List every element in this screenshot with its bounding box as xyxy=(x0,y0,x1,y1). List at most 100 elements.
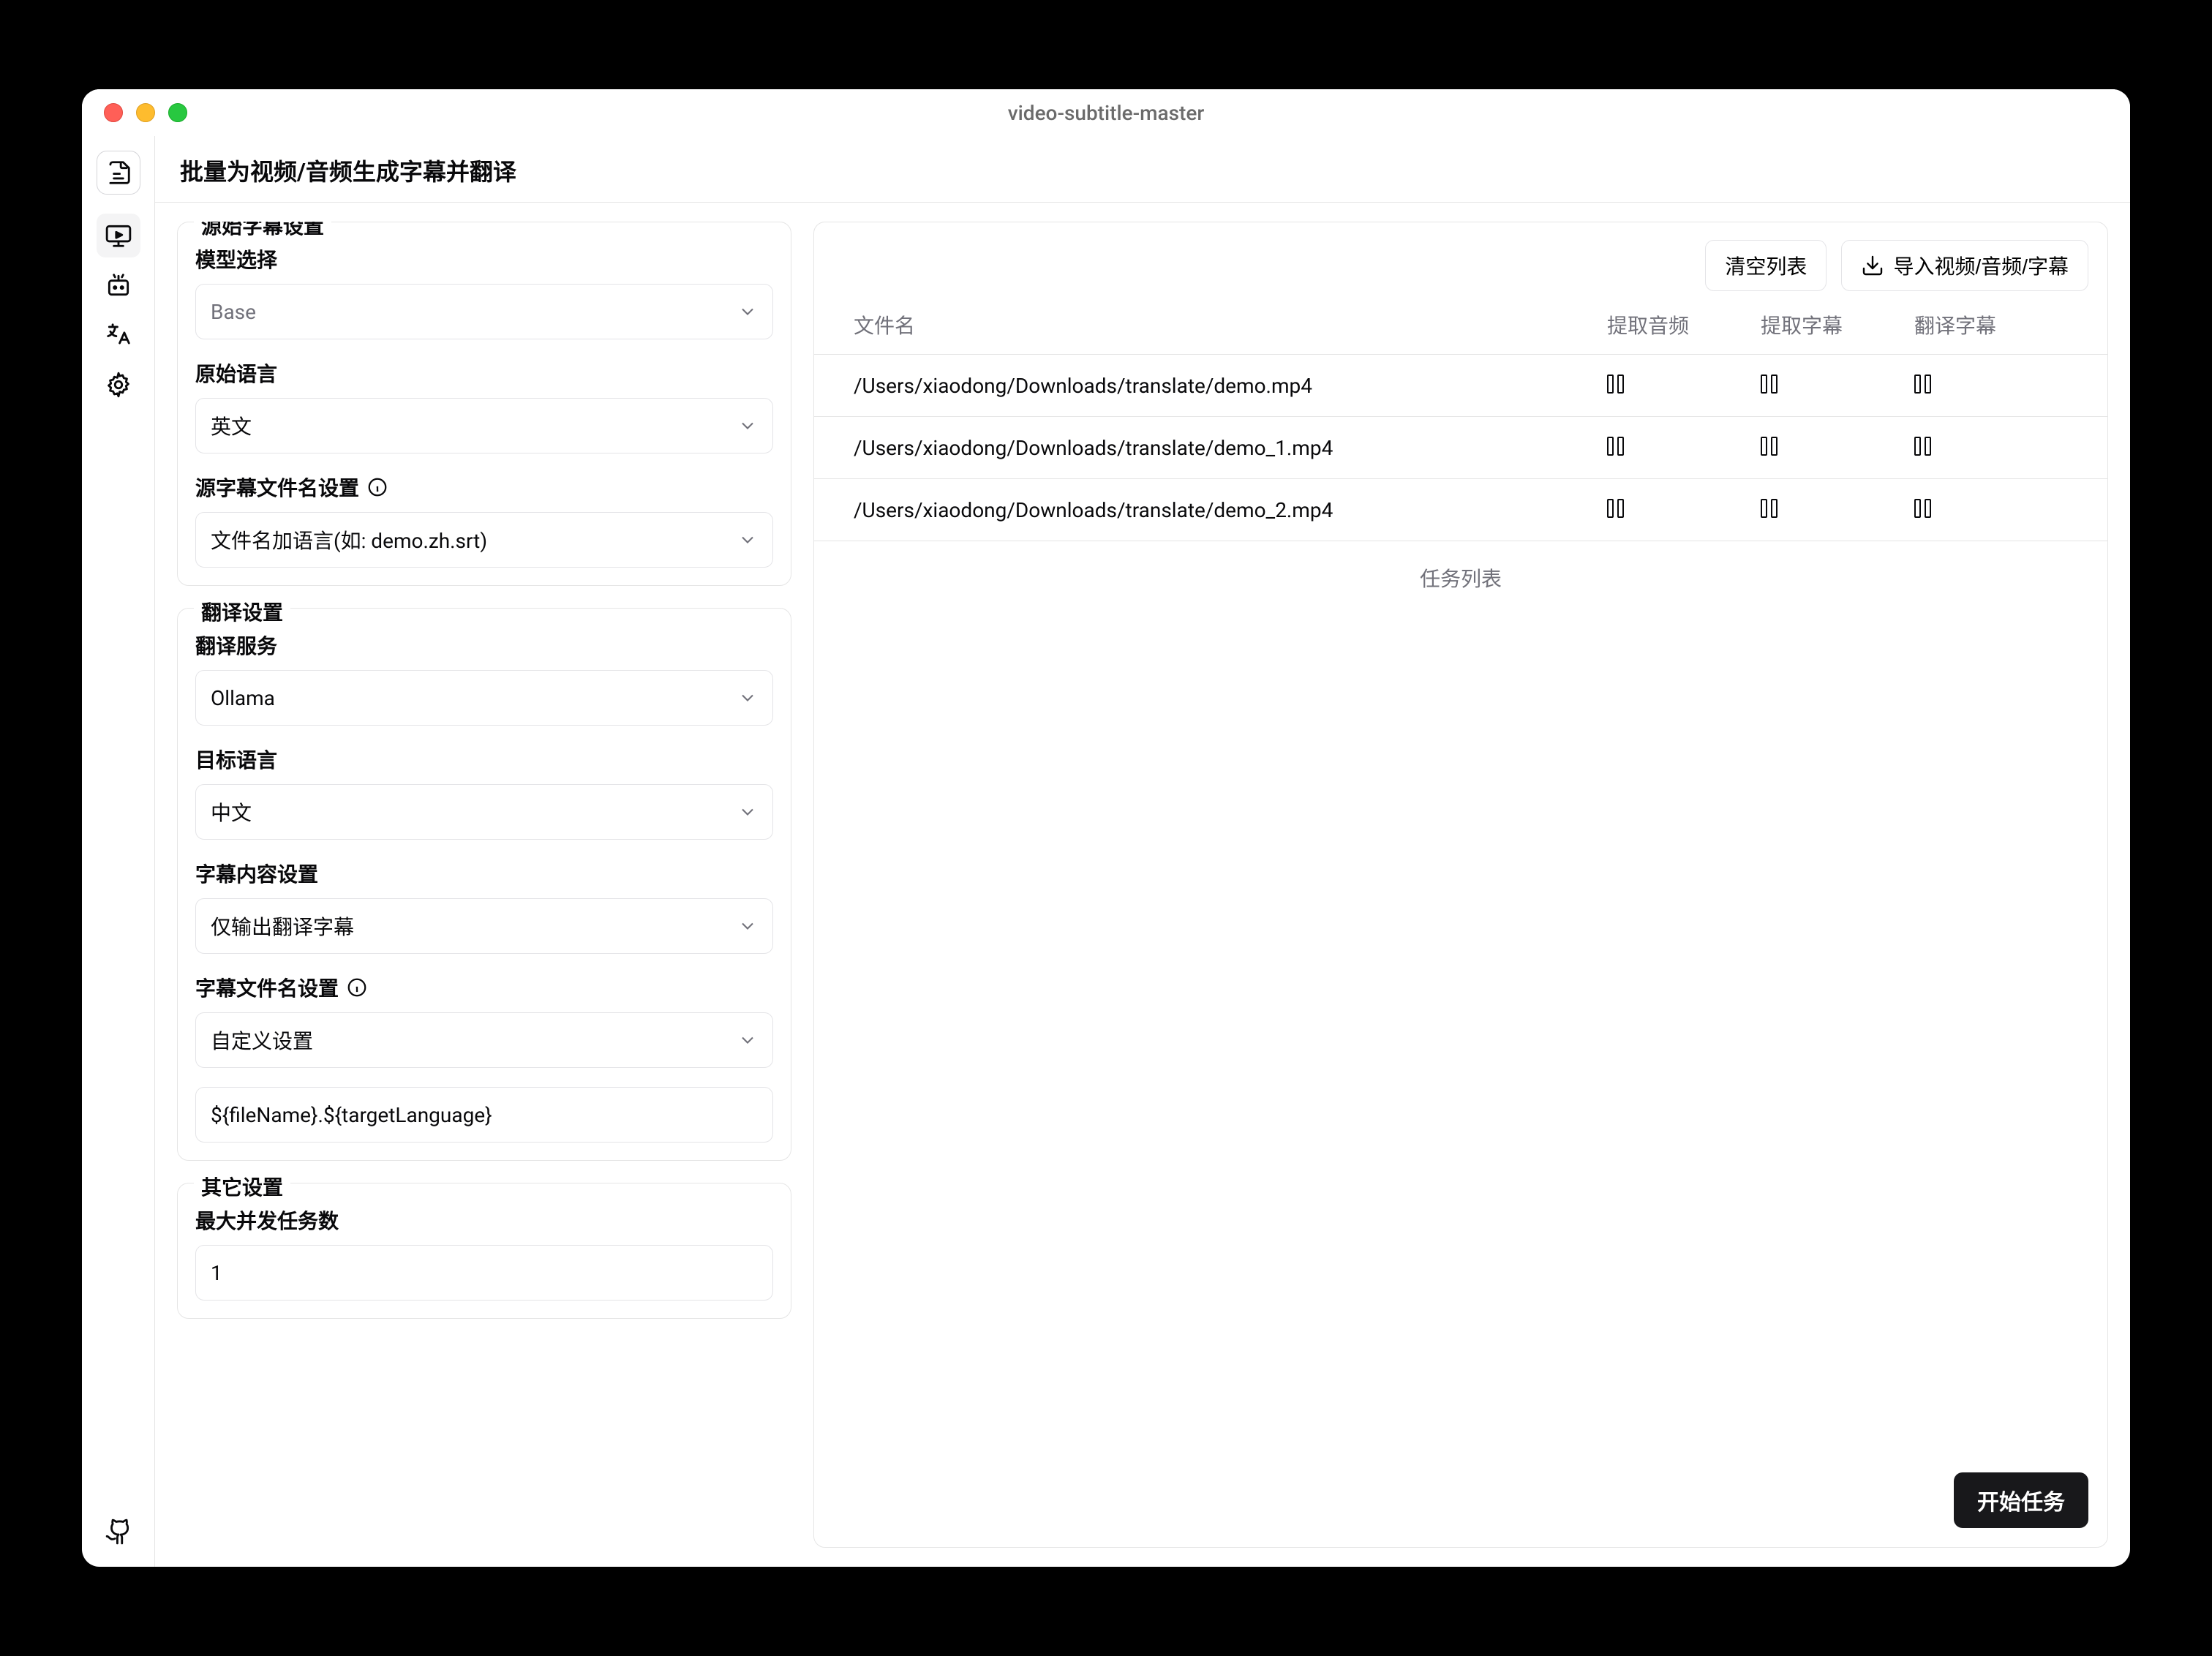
nav-translate-page[interactable] xyxy=(97,313,140,357)
nav-settings-page[interactable] xyxy=(97,363,140,407)
subtitle-content-select[interactable]: 仅输出翻译字幕 xyxy=(195,898,773,954)
source-lang-select[interactable]: 英文 xyxy=(195,398,773,453)
cell-filename: /Users/xiaodong/Downloads/translate/demo… xyxy=(854,374,1607,398)
select-value: 英文 xyxy=(211,411,252,440)
panel-source-settings: 源始字幕设置 模型选择 Base 原始语言 英文 xyxy=(177,222,791,586)
source-filename-select[interactable]: 文件名加语言(如: demo.zh.srt) xyxy=(195,512,773,568)
table-row: /Users/xiaodong/Downloads/translate/demo… xyxy=(814,479,2107,541)
cell-extract-audio-status xyxy=(1607,372,1761,399)
concurrency-label: 最大并发任务数 xyxy=(195,1205,773,1235)
subtitle-filename-select[interactable]: 自定义设置 xyxy=(195,1012,773,1068)
input-value: 1 xyxy=(211,1261,222,1285)
chevron-down-icon xyxy=(737,415,758,436)
translate-service-label: 翻译服务 xyxy=(195,631,773,660)
table-body: /Users/xiaodong/Downloads/translate/demo… xyxy=(814,355,2107,541)
settings-column: 源始字幕设置 模型选择 Base 原始语言 英文 xyxy=(177,222,791,1548)
panel-legend: 其它设置 xyxy=(194,1172,290,1201)
app-logo[interactable] xyxy=(97,151,140,195)
pause-icon xyxy=(1914,434,1938,458)
pause-icon xyxy=(1914,497,1938,520)
subtitle-content-label: 字幕内容设置 xyxy=(195,859,773,888)
col-filename: 文件名 xyxy=(854,310,1607,339)
monitor-play-icon xyxy=(105,222,132,249)
panel-legend: 翻译设置 xyxy=(194,597,290,626)
gear-icon xyxy=(105,371,132,399)
chevron-down-icon xyxy=(737,1030,758,1050)
input-value: ${fileName}.${targetLanguage} xyxy=(211,1103,492,1127)
col-extract-subtitle: 提取字幕 xyxy=(1761,310,1914,339)
window-title: video-subtitle-master xyxy=(1008,101,1204,125)
table-row: /Users/xiaodong/Downloads/translate/demo… xyxy=(814,417,2107,479)
pause-icon xyxy=(1761,434,1784,458)
cell-extract-subtitle-status xyxy=(1761,497,1914,523)
table-header: 文件名 提取音频 提取字幕 翻译字幕 xyxy=(814,300,2107,355)
bot-icon xyxy=(105,271,132,299)
source-filename-label: 源字幕文件名设置 xyxy=(195,473,773,502)
file-subtitle-icon xyxy=(105,159,132,187)
info-icon[interactable] xyxy=(346,976,368,998)
panel-other-settings: 其它设置 最大并发任务数 1 xyxy=(177,1183,791,1319)
file-list-actions: 清空列表 导入视频/音频/字幕 xyxy=(814,222,2107,300)
page-title: 批量为视频/音频生成字幕并翻译 xyxy=(180,154,2105,187)
github-icon xyxy=(105,1518,132,1546)
close-window-button[interactable] xyxy=(104,103,123,122)
app-body: 批量为视频/音频生成字幕并翻译 源始字幕设置 模型选择 Base xyxy=(82,136,2130,1567)
titlebar: video-subtitle-master xyxy=(82,89,2130,136)
translate-service-select[interactable]: Ollama xyxy=(195,670,773,726)
source-lang-label: 原始语言 xyxy=(195,358,773,388)
pause-icon xyxy=(1607,497,1630,520)
panel-legend: 源始字幕设置 xyxy=(194,222,331,240)
main-area: 批量为视频/音频生成字幕并翻译 源始字幕设置 模型选择 Base xyxy=(155,136,2130,1567)
start-task-button[interactable]: 开始任务 xyxy=(1954,1472,2088,1528)
nav-github-link[interactable] xyxy=(97,1510,140,1554)
nav-subtitle-page[interactable] xyxy=(97,214,140,257)
select-value: 中文 xyxy=(211,797,252,827)
select-value: Ollama xyxy=(211,686,275,710)
minimize-window-button[interactable] xyxy=(136,103,155,122)
chevron-down-icon xyxy=(737,301,758,322)
target-lang-label: 目标语言 xyxy=(195,745,773,774)
concurrency-input[interactable]: 1 xyxy=(195,1245,773,1301)
nav-bot-page[interactable] xyxy=(97,263,140,307)
task-list-label: 任务列表 xyxy=(814,541,2107,614)
cell-filename: /Users/xiaodong/Downloads/translate/demo… xyxy=(854,436,1607,460)
info-icon[interactable] xyxy=(366,476,388,498)
subtitle-filename-label: 字幕文件名设置 xyxy=(195,973,773,1002)
select-value: 仅输出翻译字幕 xyxy=(211,911,354,941)
file-list-panel: 清空列表 导入视频/音频/字幕 文件名 提取音频 提取字幕 翻译字幕 /Use xyxy=(813,222,2108,1548)
select-value: 文件名加语言(如: demo.zh.srt) xyxy=(211,525,487,554)
file-list-footer: 开始任务 xyxy=(814,1453,2107,1547)
chevron-down-icon xyxy=(737,916,758,936)
pause-icon xyxy=(1914,372,1938,396)
col-extract-audio: 提取音频 xyxy=(1607,310,1761,339)
chevron-down-icon xyxy=(737,530,758,550)
cell-filename: /Users/xiaodong/Downloads/translate/demo… xyxy=(854,498,1607,522)
clear-list-button[interactable]: 清空列表 xyxy=(1705,240,1827,291)
traffic-lights xyxy=(82,103,187,122)
select-value: 自定义设置 xyxy=(211,1025,313,1055)
translate-icon xyxy=(105,321,132,349)
import-files-button[interactable]: 导入视频/音频/字幕 xyxy=(1841,240,2088,291)
chevron-down-icon xyxy=(737,802,758,822)
cell-translate-subtitle-status xyxy=(1914,434,2068,461)
cell-extract-subtitle-status xyxy=(1761,434,1914,461)
cell-extract-subtitle-status xyxy=(1761,372,1914,399)
target-lang-select[interactable]: 中文 xyxy=(195,784,773,840)
panel-translate-settings: 翻译设置 翻译服务 Ollama 目标语言 中文 xyxy=(177,608,791,1161)
chevron-down-icon xyxy=(737,688,758,708)
sidebar xyxy=(82,136,155,1567)
model-label: 模型选择 xyxy=(195,244,773,274)
filename-template-input[interactable]: ${fileName}.${targetLanguage} xyxy=(195,1087,773,1143)
cell-translate-subtitle-status xyxy=(1914,372,2068,399)
maximize-window-button[interactable] xyxy=(168,103,187,122)
pause-icon xyxy=(1607,372,1630,396)
pause-icon xyxy=(1607,434,1630,458)
cell-translate-subtitle-status xyxy=(1914,497,2068,523)
pause-icon xyxy=(1761,497,1784,520)
model-select[interactable]: Base xyxy=(195,284,773,339)
pause-icon xyxy=(1761,372,1784,396)
main-header: 批量为视频/音频生成字幕并翻译 xyxy=(155,136,2130,203)
app-window: video-subtitle-master xyxy=(82,89,2130,1567)
col-translate-subtitle: 翻译字幕 xyxy=(1914,310,2068,339)
import-icon xyxy=(1861,254,1884,277)
